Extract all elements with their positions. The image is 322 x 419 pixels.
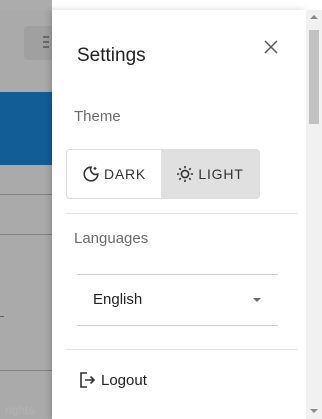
close-icon (264, 40, 278, 54)
logout-label: Logout (101, 371, 147, 389)
theme-dark-label: DARK (103, 166, 147, 182)
section-divider (66, 349, 298, 350)
theme-light-button[interactable]: LIGHT (161, 150, 259, 198)
scroll-up-arrow-icon[interactable] (310, 15, 318, 19)
section-divider (66, 213, 298, 214)
theme-light-label: LIGHT (198, 166, 244, 182)
logout-icon (80, 372, 96, 388)
logout-button[interactable]: Logout (78, 371, 147, 389)
drawer-title: Settings (77, 45, 146, 66)
language-selected-value: English (93, 291, 143, 308)
settings-drawer: Settings Theme DARK LIGHT Languages Engl… (52, 10, 306, 419)
scroll-down-arrow-icon[interactable] (310, 409, 318, 413)
vertical-scrollbar[interactable] (306, 10, 322, 419)
theme-toggle-group: DARK LIGHT (66, 149, 260, 199)
backdrop-overlay[interactable] (0, 0, 52, 419)
languages-label: Languages (74, 230, 149, 247)
light-mode-icon (177, 166, 194, 182)
theme-label: Theme (74, 108, 121, 125)
close-button[interactable] (258, 34, 284, 60)
scrollbar-thumb[interactable] (309, 30, 319, 124)
theme-dark-button[interactable]: DARK (67, 150, 161, 198)
chevron-down-icon (253, 298, 261, 302)
dark-mode-icon (83, 166, 99, 182)
language-select[interactable]: English (77, 274, 278, 326)
